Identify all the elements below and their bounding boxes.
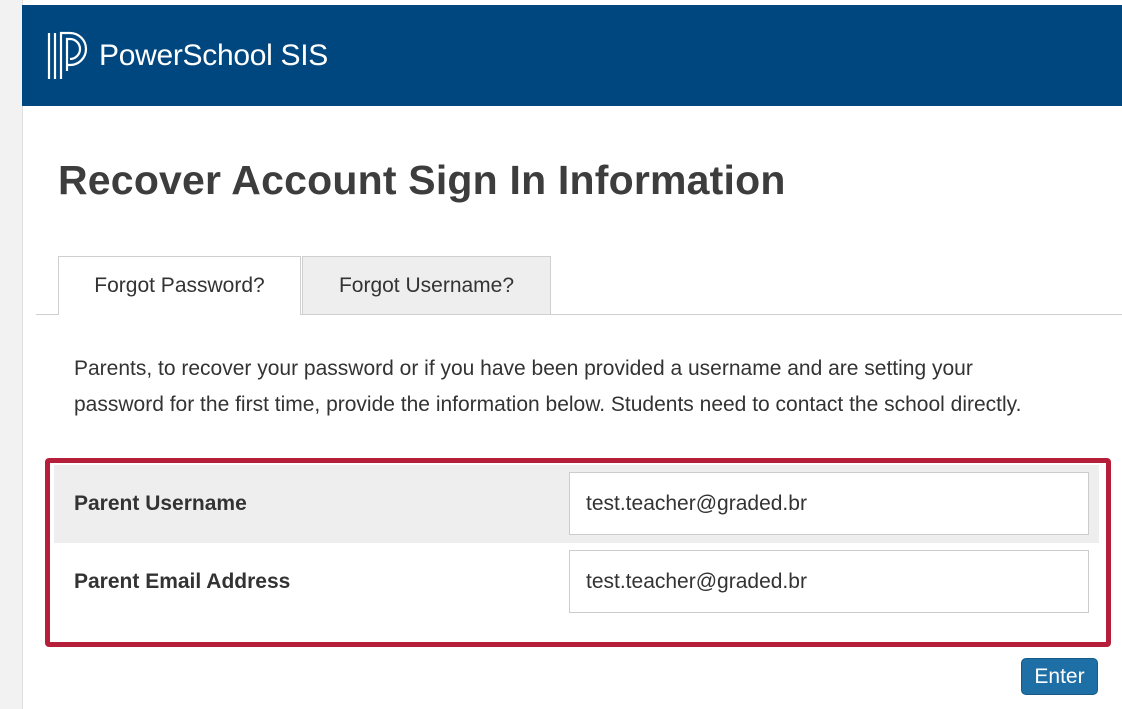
instructions-text: Parents, to recover your password or if …	[74, 357, 1022, 416]
tab-forgot-password[interactable]: Forgot Password?	[58, 256, 301, 315]
powerschool-p-icon	[47, 31, 88, 79]
page-title: Recover Account Sign In Information	[58, 157, 786, 203]
left-gutter	[0, 0, 23, 709]
enter-button[interactable]: Enter	[1021, 658, 1098, 695]
brand-name: PowerSchool SIS	[99, 39, 328, 72]
app-header: PowerSchool SIS	[22, 5, 1122, 106]
form-highlight-border	[45, 458, 1111, 647]
tab-forgot-username[interactable]: Forgot Username?	[302, 256, 551, 314]
